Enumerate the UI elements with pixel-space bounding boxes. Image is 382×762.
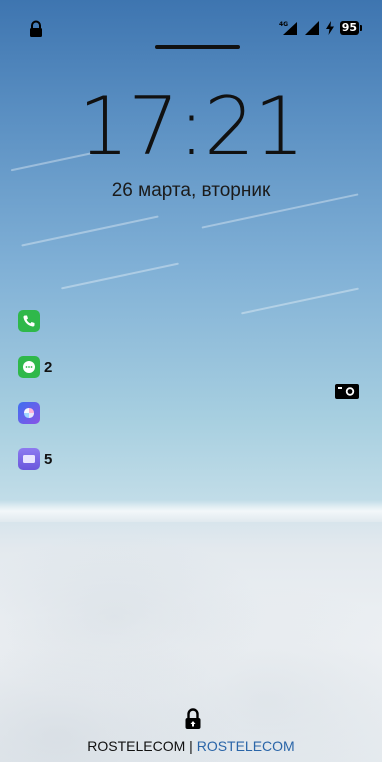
phone-icon [18, 310, 40, 332]
cloud-streak [61, 262, 179, 290]
notification-count: 5 [44, 450, 53, 468]
gallery-icon [18, 402, 40, 424]
cloud-streak [241, 287, 359, 315]
carrier-secondary: ROSTELECOM [196, 738, 295, 754]
battery-tip [360, 25, 362, 31]
cloud-streak [21, 215, 159, 247]
signal-icon [304, 21, 319, 35]
mail-icon [18, 448, 40, 470]
messages-icon [18, 356, 40, 378]
status-icons: 4G 95 [279, 20, 362, 36]
unlock-icon[interactable] [183, 707, 203, 731]
notification-count: 2 [44, 358, 53, 376]
carrier-primary: ROSTELECOM [87, 738, 186, 754]
notification-gallery[interactable] [18, 402, 52, 424]
horizon [0, 500, 382, 522]
status-bar: 4G 95 [0, 16, 382, 40]
clock: 17:21 [78, 80, 305, 173]
battery-level: 95 [339, 21, 359, 35]
lock-screen[interactable]: 4G 95 17:21 26 марта, вторник 2 5 ROSTEL… [0, 0, 382, 762]
charging-bolt-icon [325, 21, 334, 35]
notification-messages[interactable]: 2 [18, 356, 52, 378]
notification-phone[interactable] [18, 310, 52, 332]
carrier-label: ROSTELECOM | ROSTELECOM [0, 738, 382, 754]
battery-indicator: 95 [339, 21, 362, 35]
camera-icon[interactable] [334, 382, 360, 400]
carrier-separator: | [189, 738, 193, 754]
notification-icons: 2 5 [18, 310, 52, 494]
svg-text:4G: 4G [279, 21, 288, 28]
signal-4g-icon: 4G [279, 21, 297, 35]
date-label: 26 марта, вторник [111, 180, 271, 201]
notification-pull-handle[interactable] [155, 45, 240, 49]
lock-icon [30, 20, 42, 37]
notification-mail[interactable]: 5 [18, 448, 52, 470]
